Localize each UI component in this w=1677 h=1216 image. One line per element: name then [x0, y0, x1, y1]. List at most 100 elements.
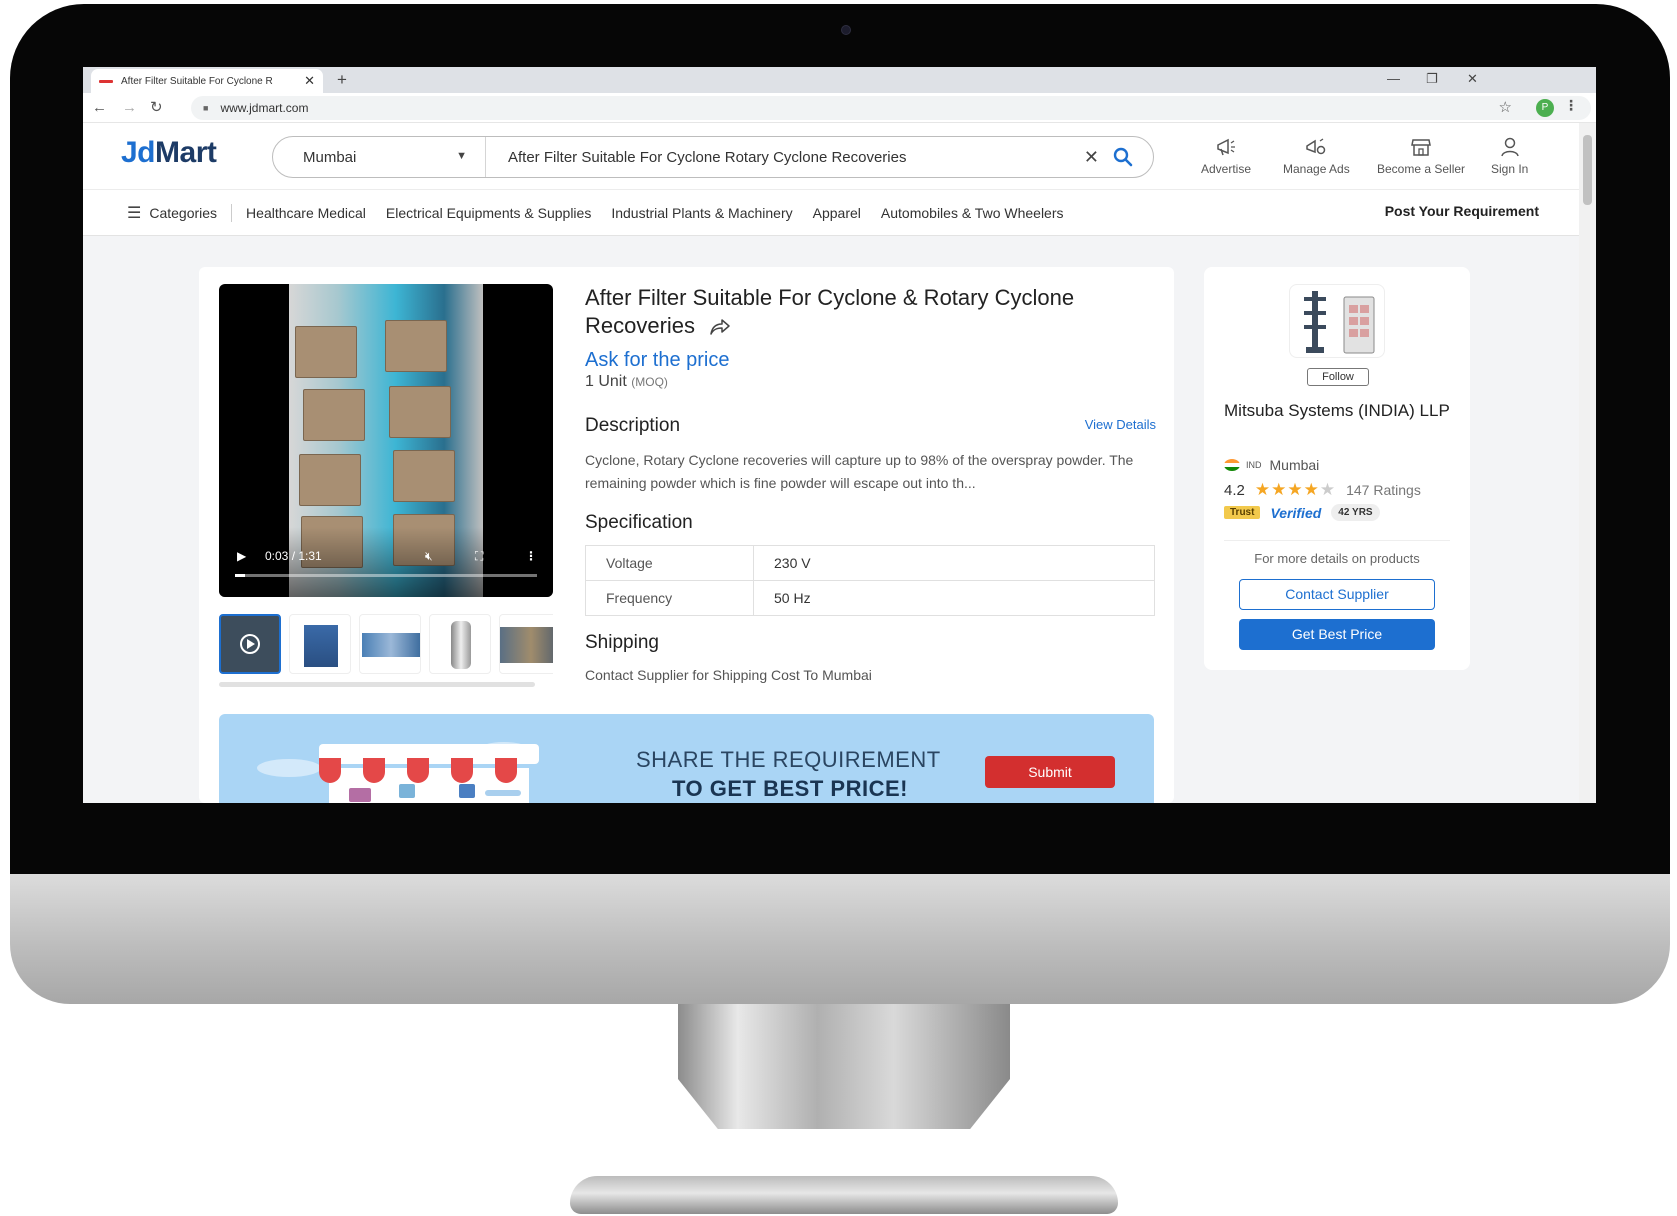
browser-menu-icon[interactable]: ⋮	[1564, 97, 1578, 114]
advertise-label: Advertise	[1201, 162, 1252, 176]
advertise-action[interactable]: Advertise	[1201, 136, 1251, 176]
sign-in-label: Sign In	[1491, 162, 1529, 176]
seller-location: IND Mumbai	[1224, 457, 1319, 473]
nav-link-electrical[interactable]: Electrical Equipments & Supplies	[386, 205, 591, 221]
more-details-text: For more details on products	[1254, 551, 1420, 566]
post-requirement-link[interactable]: Post Your Requirement	[1385, 203, 1539, 219]
browser-toolbar: ← → ↻ ■ www.jdmart.com ☆ P ⋮	[83, 93, 1596, 123]
jdmart-logo[interactable]: JdMart	[121, 136, 217, 170]
megaphone-icon	[1217, 138, 1236, 156]
thumbnail-image[interactable]	[359, 614, 421, 674]
reload-icon[interactable]: ↻	[150, 98, 163, 118]
moq-value: 1 Unit	[585, 373, 627, 390]
video-progress-fill	[235, 574, 245, 577]
product-title: After Filter Suitable For Cyclone & Rota…	[585, 284, 1145, 340]
tab-title: After Filter Suitable For Cyclone R	[121, 75, 273, 87]
description-heading: Description	[585, 415, 681, 436]
bookmark-star-icon[interactable]: ☆	[1499, 98, 1512, 116]
become-seller-label: Become a Seller	[1377, 162, 1466, 176]
clear-search-icon[interactable]: ✕	[1084, 147, 1099, 168]
seller-logo[interactable]	[1289, 284, 1385, 358]
thumbnail-strip	[219, 614, 553, 676]
country-code: IND	[1246, 460, 1262, 470]
page-scrollbar[interactable]	[1579, 123, 1596, 803]
product-video[interactable]: ▶ 0:03 / 1:31 🔇︎ ⛶ ⋮	[219, 284, 553, 597]
star-empty-icon: ★	[1319, 480, 1337, 499]
back-icon[interactable]: ←	[92, 98, 107, 118]
specification-table: Voltage 230 V Frequency 50 Hz	[585, 545, 1155, 616]
shipping-heading: Shipping	[585, 632, 659, 653]
city-select[interactable]: Mumbai ▼	[273, 137, 486, 177]
scrollbar-thumb[interactable]	[1583, 135, 1592, 205]
city-value: Mumbai	[303, 148, 357, 166]
address-bar[interactable]: ■ www.jdmart.com	[191, 96, 1591, 120]
play-circle-icon	[240, 634, 260, 654]
screen: After Filter Suitable For Cyclone R ✕ + …	[83, 67, 1596, 803]
become-seller-action[interactable]: Become a Seller	[1377, 136, 1465, 176]
play-icon[interactable]: ▶	[237, 549, 246, 563]
seller-card: Follow Mitsuba Systems (INDIA) LLP IND M…	[1204, 267, 1470, 670]
browser-tab[interactable]: After Filter Suitable For Cyclone R ✕	[91, 69, 323, 93]
table-row: Voltage 230 V	[585, 545, 1155, 581]
star-filled-icon: ★	[1254, 480, 1272, 499]
search-input[interactable]: After Filter Suitable For Cyclone Rotary…	[486, 149, 1084, 166]
nav-link-apparel[interactable]: Apparel	[813, 205, 861, 221]
star-filled-icon: ★	[1287, 480, 1304, 499]
nav-link-healthcare[interactable]: Healthcare Medical	[246, 205, 366, 221]
minimize-icon[interactable]: —	[1387, 70, 1400, 88]
forward-icon[interactable]: →	[122, 98, 137, 118]
mute-icon[interactable]: 🔇︎	[425, 549, 433, 564]
seller-logo-image	[1304, 291, 1375, 354]
profile-avatar[interactable]: P	[1536, 99, 1554, 117]
banner-title: SHARE THE REQUIREMENT	[636, 747, 941, 772]
restore-icon[interactable]: ❐	[1426, 70, 1438, 88]
site-header: JdMart Mumbai ▼ After Filter Suitable Fo…	[83, 123, 1579, 190]
spec-value: 230 V	[753, 545, 1155, 581]
spec-key: Frequency	[585, 580, 754, 616]
close-window-icon[interactable]: ✕	[1467, 70, 1478, 88]
shipping-text: Contact Supplier for Shipping Cost To Mu…	[585, 667, 872, 683]
logo-jd: Jd	[121, 136, 156, 169]
manage-ads-icon	[1306, 138, 1326, 155]
seller-name[interactable]: Mitsuba Systems (INDIA) LLP	[1224, 399, 1454, 422]
contact-supplier-button[interactable]: Contact Supplier	[1239, 579, 1435, 610]
moq-tag: (MOQ)	[631, 375, 668, 389]
ask-price-link[interactable]: Ask for the price	[585, 349, 730, 372]
submit-button[interactable]: Submit	[985, 756, 1115, 788]
close-tab-icon[interactable]: ✕	[304, 73, 315, 89]
get-best-price-button[interactable]: Get Best Price	[1239, 619, 1435, 650]
view-details-link[interactable]: View Details	[1085, 417, 1156, 432]
nav-link-automobiles[interactable]: Automobiles & Two Wheelers	[881, 205, 1064, 221]
user-icon	[1500, 137, 1519, 157]
description-text: Cyclone, Rotary Cyclone recoveries will …	[585, 452, 1134, 491]
seller-city: Mumbai	[1269, 457, 1320, 473]
sign-in-action[interactable]: Sign In	[1491, 136, 1528, 176]
spec-value: 50 Hz	[753, 580, 1155, 616]
fullscreen-icon[interactable]: ⛶	[475, 549, 483, 564]
thumbnail-scrollbar[interactable]	[219, 682, 535, 687]
search-bar: Mumbai ▼ After Filter Suitable For Cyclo…	[272, 136, 1154, 178]
share-icon[interactable]	[709, 318, 731, 336]
new-tab-icon[interactable]: +	[337, 69, 347, 91]
seller-badges: Trust Verified 42 YRS	[1224, 504, 1380, 521]
thumbnail-image[interactable]	[429, 614, 491, 674]
ratings-count[interactable]: 147 Ratings	[1346, 482, 1421, 498]
follow-button[interactable]: Follow	[1307, 368, 1369, 386]
thumbnail-video[interactable]	[219, 614, 281, 674]
video-menu-icon[interactable]: ⋮	[525, 549, 537, 563]
manage-ads-action[interactable]: Manage Ads	[1283, 136, 1350, 176]
search-icon[interactable]	[1113, 147, 1133, 167]
storefront-illustration	[257, 742, 539, 803]
thumbnail-image[interactable]	[499, 614, 553, 674]
lock-icon: ■	[203, 103, 209, 113]
nav-link-industrial[interactable]: Industrial Plants & Machinery	[611, 205, 792, 221]
star-filled-icon: ★	[1303, 480, 1320, 499]
video-progress-bar[interactable]	[235, 574, 537, 577]
india-flag-icon	[1224, 459, 1240, 471]
trust-badge: Trust	[1224, 506, 1261, 519]
thumbnail-image[interactable]	[289, 614, 351, 674]
banner-subtitle: TO GET BEST PRICE!	[672, 776, 908, 801]
seller-rating: 4.2 ★★★★★ 147 Ratings	[1224, 480, 1421, 500]
categories-menu[interactable]: ☰ Categories	[83, 203, 217, 223]
verified-badge: Verified	[1270, 504, 1322, 521]
